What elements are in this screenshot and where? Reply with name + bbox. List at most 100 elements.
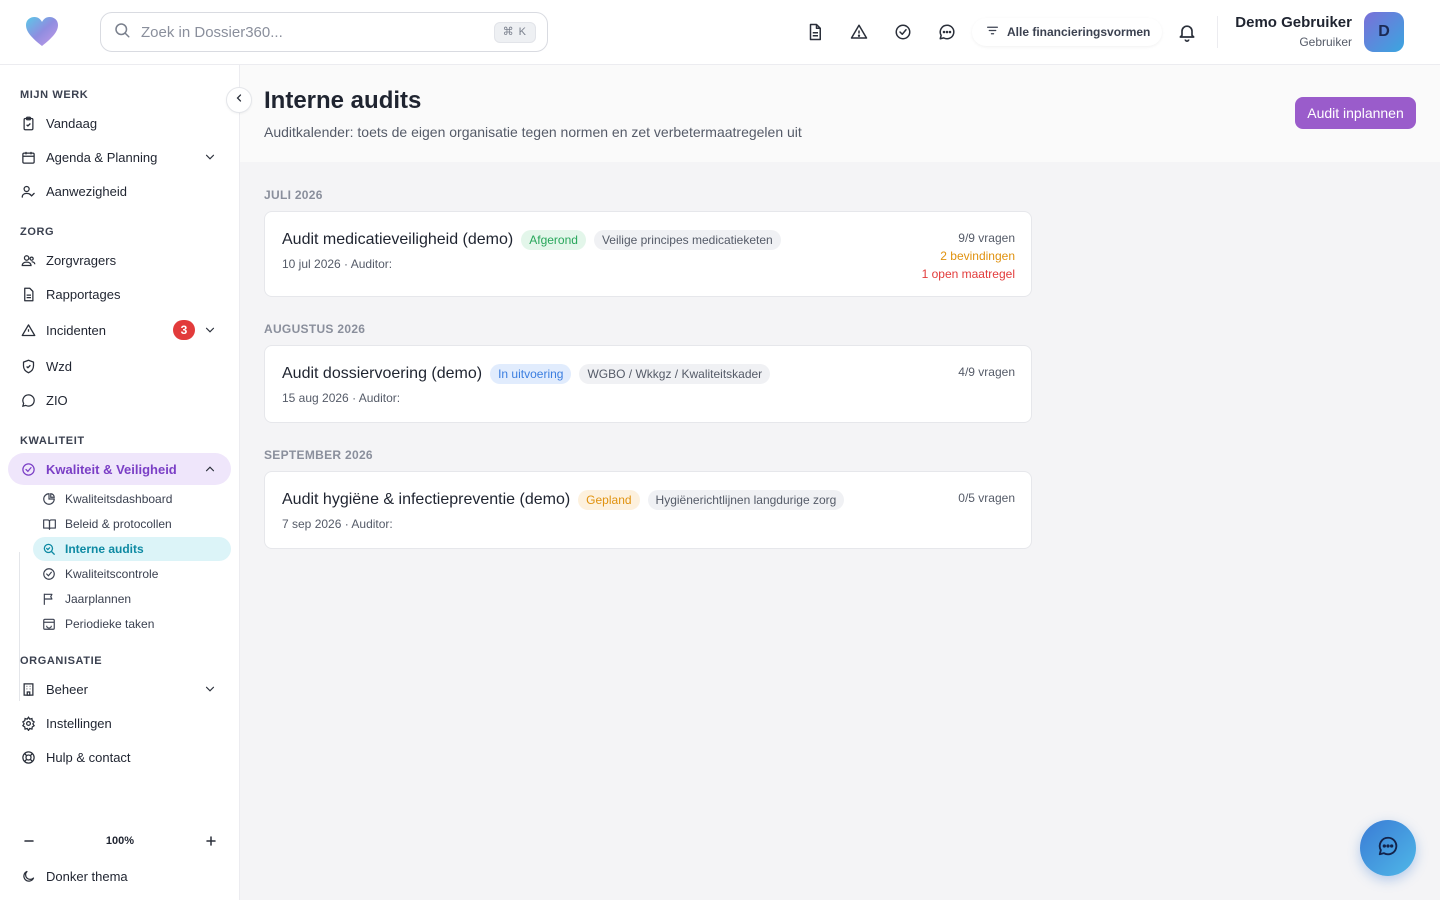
sidebar: MIJN WERK Vandaag Agenda & Planning Aanw…	[0, 65, 240, 900]
warning-icon[interactable]	[847, 20, 871, 44]
sidebar-item-label: Beheer	[46, 681, 88, 697]
sidebar-item-label: Hulp & contact	[46, 749, 131, 765]
audit-date-auditor: 10 jul 2026 · Auditor:	[282, 257, 393, 271]
questions-count: 4/9 vragen	[958, 365, 1015, 379]
search-shortcut-hint: ⌘ K	[493, 22, 536, 43]
sidebar-item-label: Kwaliteit & Veiligheid	[46, 461, 177, 477]
sidebar-item-rapportages[interactable]: Rapportages	[8, 278, 231, 310]
page-header: Interne audits Auditkalender: toets de e…	[240, 65, 1440, 162]
document-icon[interactable]	[803, 20, 827, 44]
sidebar-subitem-label: Interne audits	[65, 542, 144, 556]
status-badge: Gepland	[578, 490, 640, 510]
sidebar-subitem-label: Kwaliteitscontrole	[65, 567, 159, 581]
sidebar-item-vandaag[interactable]: Vandaag	[8, 107, 231, 139]
sidebar-item-instellingen[interactable]: Instellingen	[8, 707, 231, 739]
sidebar-item-incidenten[interactable]: Incidenten 3	[8, 314, 231, 346]
questions-count: 9/9 vragen	[958, 231, 1015, 245]
section-label-kwaliteit: KWALITEIT	[20, 435, 85, 447]
check-circle-icon[interactable]	[891, 20, 915, 44]
section-label-organisatie: ORGANISATIE	[20, 655, 103, 667]
zoom-in-plus-icon[interactable]	[202, 832, 220, 850]
sidebar-item-wzd[interactable]: Wzd	[8, 350, 231, 382]
questions-count: 0/5 vragen	[958, 491, 1015, 505]
sidebar-subitem-interne-audits[interactable]: Interne audits	[33, 537, 231, 561]
sidebar-subitem-periodieke-taken[interactable]: Periodieke taken	[33, 612, 231, 636]
section-label-zorg: ZORG	[20, 226, 55, 238]
gear-icon	[20, 715, 36, 731]
sidebar-subitem-jaarplannen[interactable]: Jaarplannen	[33, 587, 231, 611]
chevron-up-icon[interactable]	[203, 462, 217, 479]
audit-card[interactable]: Audit hygiëne & infectiepreventie (demo)…	[264, 471, 1032, 549]
norm-tag: Veilige principes medicatieketen	[593, 230, 781, 250]
month-heading: JULI 2026	[264, 188, 323, 202]
filter-icon	[986, 24, 1007, 40]
audit-title: Audit hygiëne & infectiepreventie (demo)	[282, 491, 571, 508]
top-icon-group	[803, 20, 979, 44]
chevron-down-icon[interactable]	[203, 323, 217, 340]
sidebar-item-label: Vandaag	[46, 115, 98, 131]
search-box[interactable]: ⌘ K	[100, 12, 548, 52]
calendar-icon	[20, 149, 36, 165]
header-divider	[1217, 16, 1218, 48]
building-icon	[20, 681, 36, 697]
sidebar-subitem-dashboard[interactable]: Kwaliteitsdashboard	[33, 487, 231, 511]
sidebar-item-label: Incidenten	[46, 322, 106, 338]
audit-date-auditor: 15 aug 2026 · Auditor:	[282, 391, 401, 405]
sidebar-item-beheer[interactable]: Beheer	[8, 673, 231, 705]
status-badge: In uitvoering	[490, 364, 572, 384]
chat-bubble-icon[interactable]	[935, 20, 959, 44]
page-title: Interne audits	[264, 87, 422, 114]
month-heading: AUGUSTUS 2026	[264, 322, 366, 336]
chevron-down-icon[interactable]	[203, 150, 217, 167]
sidebar-item-aanwezigheid[interactable]: Aanwezigheid	[8, 175, 231, 207]
plan-audit-button[interactable]: Audit inplannen	[1295, 97, 1416, 129]
moon-icon	[20, 868, 36, 884]
lifebuoy-icon	[20, 749, 36, 765]
sidebar-subitem-label: Periodieke taken	[65, 617, 155, 631]
financing-filter-button[interactable]: Alle financieringsvormen	[972, 18, 1163, 46]
top-bar: ⌘ K Alle financieringsvormen Demo Gebrui…	[0, 0, 1440, 65]
audit-title: Audit dossiervoering (demo)	[282, 365, 483, 382]
check-circle-icon	[20, 461, 36, 477]
warning-icon	[20, 322, 36, 338]
pie-chart-icon	[41, 491, 57, 507]
sidebar-subitem-kwaliteitscontrole[interactable]: Kwaliteitscontrole	[33, 562, 231, 586]
sidebar-subitem-beleid[interactable]: Beleid & protocollen	[33, 512, 231, 536]
chevron-down-icon[interactable]	[203, 682, 217, 699]
zoom-control: 100%	[20, 831, 220, 851]
norm-tag: WGBO / Wkkgz / Kwaliteitskader	[579, 364, 771, 384]
chevron-left-icon	[233, 91, 245, 109]
sidebar-item-zorgvragers[interactable]: Zorgvragers	[8, 244, 231, 276]
audit-stats: 4/9 vragen	[958, 363, 1015, 381]
sidebar-item-label: Agenda & Planning	[46, 149, 158, 165]
zoom-out-minus-icon[interactable]	[20, 832, 38, 850]
incidents-count-badge: 3	[173, 320, 195, 340]
chat-support-button[interactable]	[1360, 820, 1416, 876]
calendar-repeat-icon	[41, 616, 57, 632]
sidebar-item-hulp[interactable]: Hulp & contact	[8, 741, 231, 773]
audit-date-auditor: 7 sep 2026 · Auditor:	[282, 517, 393, 531]
audit-card[interactable]: Audit dossiervoering (demo) In uitvoerin…	[264, 345, 1032, 423]
collapse-sidebar-button[interactable]	[226, 87, 252, 113]
sidebar-item-label: Wzd	[46, 358, 72, 374]
search-check-icon	[41, 541, 57, 557]
sidebar-item-donker-thema[interactable]: Donker thema	[8, 860, 231, 892]
user-name: Demo Gebruiker	[1235, 14, 1352, 31]
check-circle-icon	[41, 566, 57, 582]
sidebar-subitem-label: Kwaliteitsdashboard	[65, 492, 173, 506]
document-icon	[20, 286, 36, 302]
heart-logo-icon[interactable]	[24, 14, 60, 50]
avatar[interactable]: D	[1364, 12, 1404, 52]
sidebar-item-kwaliteit-veiligheid[interactable]: Kwaliteit & Veiligheid	[8, 453, 231, 485]
notifications-bell-icon[interactable]	[1177, 20, 1197, 49]
search-input[interactable]	[141, 23, 471, 41]
shield-check-icon	[20, 358, 36, 374]
user-info[interactable]: Demo Gebruiker Gebruiker	[1235, 14, 1352, 49]
findings-count: 2 bevindingen	[940, 249, 1015, 263]
sidebar-subitem-label: Jaarplannen	[65, 592, 132, 606]
audit-title: Audit medicatieveiligheid (demo)	[282, 231, 514, 248]
sidebar-item-zio[interactable]: ZIO	[8, 384, 231, 416]
audit-card[interactable]: Audit medicatieveiligheid (demo) Afgeron…	[264, 211, 1032, 297]
norm-tag: Hygiënerichtlijnen langdurige zorg	[647, 490, 845, 510]
sidebar-item-agenda[interactable]: Agenda & Planning	[8, 141, 231, 173]
